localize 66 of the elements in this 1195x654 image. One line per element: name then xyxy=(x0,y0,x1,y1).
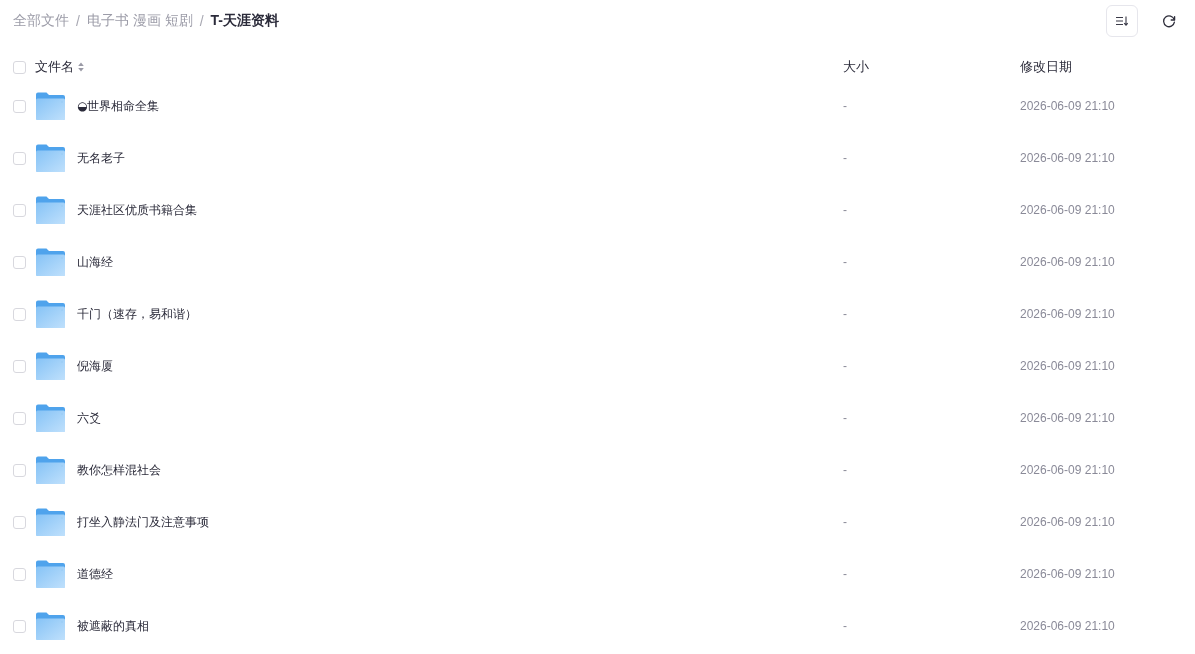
folder-icon xyxy=(36,508,65,536)
date-cell: 2026-06-09 21:10 xyxy=(1020,411,1115,425)
size-cell: - xyxy=(843,515,847,529)
column-header[interactable]: 大小 xyxy=(843,58,869,76)
sort-icon xyxy=(1116,16,1128,26)
date-cell: 2026-06-09 21:10 xyxy=(1020,203,1115,217)
sort-arrows-icon xyxy=(78,62,84,72)
folder-icon xyxy=(36,196,65,224)
row-checkbox[interactable] xyxy=(13,203,26,217)
breadcrumb-separator: / xyxy=(199,13,204,29)
size-cell: - xyxy=(843,411,847,425)
row-checkbox[interactable] xyxy=(13,307,26,321)
folder-name[interactable]: ◒世界相命全集 xyxy=(77,97,160,115)
breadcrumb-separator: / xyxy=(76,13,80,29)
folder-name[interactable]: 六爻 xyxy=(77,409,101,427)
size-cell: - xyxy=(843,151,847,165)
date-cell: 2026-06-09 21:10 xyxy=(1020,567,1115,581)
row-checkbox[interactable] xyxy=(13,255,26,269)
breadcrumb-item: T-天涯资料 xyxy=(210,12,279,30)
folder-icon xyxy=(36,404,65,432)
folder-name[interactable]: 被遮蔽的真相 xyxy=(77,617,149,635)
folder-name[interactable]: 打坐入静法门及注意事项 xyxy=(77,513,209,531)
size-cell: - xyxy=(843,307,847,321)
date-cell: 2026-06-09 21:10 xyxy=(1020,99,1115,113)
folder-name[interactable]: 教你怎样混社会 xyxy=(77,461,161,479)
row-checkbox[interactable] xyxy=(13,619,26,633)
folder-icon xyxy=(36,612,65,640)
row-checkbox[interactable] xyxy=(13,359,26,373)
row-checkbox[interactable] xyxy=(13,99,26,113)
size-cell: - xyxy=(843,255,847,269)
size-cell: - xyxy=(843,619,847,633)
folder-icon xyxy=(36,248,65,276)
folder-name[interactable]: 山海经 xyxy=(77,253,113,271)
date-cell: 2026-06-09 21:10 xyxy=(1020,359,1115,373)
row-checkbox[interactable] xyxy=(13,151,26,165)
folder-icon xyxy=(36,560,65,588)
size-cell: - xyxy=(843,203,847,217)
folder-icon xyxy=(36,144,65,172)
row-checkbox[interactable] xyxy=(13,515,26,529)
folder-name[interactable]: 千门（速存，易和谐） xyxy=(77,305,197,323)
date-cell: 2026-06-09 21:10 xyxy=(1020,307,1115,321)
folder-icon xyxy=(36,352,65,380)
date-cell: 2026-06-09 21:10 xyxy=(1020,151,1115,165)
select-all-checkbox[interactable] xyxy=(13,60,26,74)
folder-icon xyxy=(36,456,65,484)
row-checkbox[interactable] xyxy=(13,411,26,425)
folder-name[interactable]: 无名老子 xyxy=(77,149,125,167)
refresh-icon[interactable] xyxy=(1162,14,1176,28)
folder-icon xyxy=(36,300,65,328)
size-cell: - xyxy=(843,359,847,373)
size-cell: - xyxy=(843,463,847,477)
folder-name[interactable]: 道德经 xyxy=(77,565,113,583)
date-cell: 2026-06-09 21:10 xyxy=(1020,255,1115,269)
size-cell: - xyxy=(843,567,847,581)
folder-icon xyxy=(36,92,65,120)
column-header[interactable]: 文件名 xyxy=(35,58,84,76)
date-cell: 2026-06-09 21:10 xyxy=(1020,619,1115,633)
sort-button[interactable] xyxy=(1106,5,1138,37)
row-checkbox[interactable] xyxy=(13,463,26,477)
size-cell: - xyxy=(843,99,847,113)
column-header[interactable]: 修改日期 xyxy=(1020,58,1072,76)
date-cell: 2026-06-09 21:10 xyxy=(1020,515,1115,529)
row-checkbox[interactable] xyxy=(13,567,26,581)
folder-name[interactable]: 倪海厦 xyxy=(77,357,113,375)
date-cell: 2026-06-09 21:10 xyxy=(1020,463,1115,477)
folder-name[interactable]: 天涯社区优质书籍合集 xyxy=(77,201,197,219)
